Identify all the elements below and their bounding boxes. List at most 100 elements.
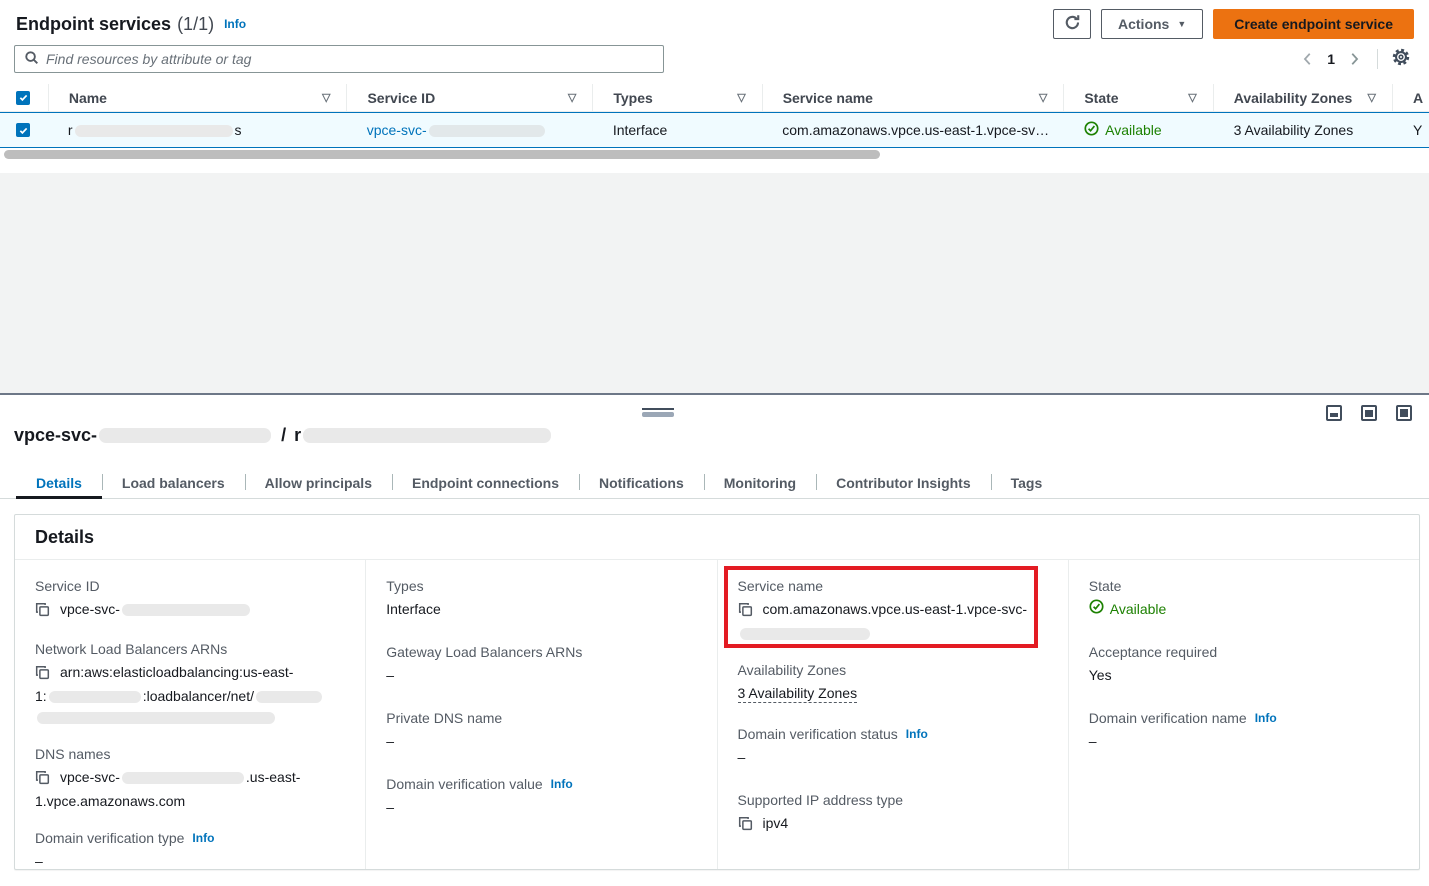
select-all-checkbox[interactable] — [16, 91, 30, 105]
column-header-types[interactable]: Types ▽ — [592, 84, 761, 111]
nlb-arn-text: 1: — [35, 688, 47, 704]
current-page-number[interactable]: 1 — [1319, 51, 1343, 67]
info-link[interactable]: Info — [1255, 708, 1277, 729]
cell-service-name: com.amazonaws.vpce.us-east-1.vpce-sv… — [762, 122, 1064, 138]
panel-size-small-icon[interactable] — [1326, 405, 1342, 421]
field-value: – — [35, 851, 345, 872]
field-domain-verification-value: Domain verification value Info – — [386, 774, 696, 818]
copy-icon[interactable] — [738, 602, 753, 623]
tab-details[interactable]: Details — [16, 468, 102, 498]
field-label: Private DNS name — [386, 708, 696, 729]
field-domain-verification-status: Domain verification status Info – — [738, 724, 1048, 768]
redacted-text — [99, 428, 271, 443]
availability-zones-popover-link[interactable]: 3 Availability Zones — [1234, 122, 1354, 138]
details-card: Details Service ID vpce-svc- Network Loa… — [14, 514, 1420, 870]
redacted-text — [49, 691, 141, 703]
column-label: State — [1084, 90, 1118, 106]
previous-page-button[interactable] — [1297, 48, 1319, 70]
cell-name: rs — [48, 122, 347, 138]
column-label: A — [1413, 90, 1423, 106]
title-service-id-prefix: vpce-svc- — [14, 425, 97, 446]
column-label: Types — [613, 90, 652, 106]
create-endpoint-service-button[interactable]: Create endpoint service — [1213, 9, 1414, 39]
endpoint-services-page: Endpoint services (1/1) Info Actions ▼ C… — [0, 0, 1429, 886]
details-column-1: Service ID vpce-svc- Network Load Balanc… — [15, 560, 365, 869]
tab-contributor-insights[interactable]: Contributor Insights — [816, 468, 991, 498]
filter-icon: ▽ — [1180, 91, 1196, 104]
search-input[interactable] — [46, 51, 654, 67]
info-link[interactable]: Info — [906, 724, 928, 745]
row-checkbox[interactable] — [16, 123, 30, 137]
field-label: Supported IP address type — [738, 790, 1048, 811]
panel-size-large-icon[interactable] — [1396, 405, 1412, 421]
field-label: Service ID — [35, 576, 345, 597]
field-state: State Available — [1089, 576, 1399, 620]
tab-allow-principals[interactable]: Allow principals — [245, 468, 392, 498]
panel-size-medium-icon[interactable] — [1361, 405, 1377, 421]
info-link[interactable]: Info — [192, 828, 214, 849]
column-header-service-id[interactable]: Service ID ▽ — [346, 84, 592, 111]
field-label: Gateway Load Balancers ARNs — [386, 642, 696, 663]
field-value: – — [386, 797, 696, 818]
copy-icon[interactable] — [35, 602, 50, 623]
actions-button-label: Actions — [1118, 16, 1169, 32]
header-info-link[interactable]: Info — [224, 17, 246, 31]
table-settings-button[interactable] — [1388, 44, 1414, 73]
table-row[interactable]: rs vpce-svc- Interface com.amazonaws.vpc… — [0, 112, 1429, 148]
pagination-divider — [1377, 49, 1378, 69]
ip-type-value: ipv4 — [763, 815, 789, 831]
tab-tags[interactable]: Tags — [991, 468, 1063, 498]
cell-service-id: vpce-svc- — [347, 122, 593, 138]
select-all-checkbox-cell — [0, 84, 48, 111]
column-header-acceptance[interactable]: A — [1392, 84, 1429, 111]
field-value: Interface — [386, 599, 696, 620]
content-background — [0, 173, 1429, 393]
table-header-row: Name ▽ Service ID ▽ Types ▽ Service name… — [0, 84, 1429, 112]
column-header-name[interactable]: Name ▽ — [48, 84, 347, 111]
column-header-state[interactable]: State ▽ — [1063, 84, 1212, 111]
column-header-service-name[interactable]: Service name ▽ — [762, 84, 1064, 111]
info-link[interactable]: Info — [551, 774, 573, 795]
resource-count: (1/1) — [177, 14, 214, 35]
split-panel-drag-handle[interactable] — [642, 408, 674, 417]
field-value: – — [1089, 731, 1399, 752]
field-label: Network Load Balancers ARNs — [35, 639, 345, 660]
cell-acceptance: Y — [1393, 122, 1429, 138]
tab-monitoring[interactable]: Monitoring — [704, 468, 816, 498]
availability-zones-popover-link[interactable]: 3 Availability Zones — [738, 685, 858, 703]
actions-button[interactable]: Actions ▼ — [1101, 9, 1203, 39]
field-label: Domain verification name — [1089, 708, 1247, 729]
search-box — [14, 45, 664, 73]
split-panel: vpce-svc-/r Details Load balancers Allow… — [0, 393, 1429, 886]
details-column-2: Types Interface Gateway Load Balancers A… — [365, 560, 716, 869]
details-column-4: State Available — [1068, 560, 1419, 869]
field-acceptance-required: Acceptance required Yes — [1089, 642, 1399, 686]
details-column-3: Service name com.amazonaws.vpce.us-east-… — [717, 560, 1068, 869]
gear-icon — [1392, 48, 1410, 69]
field-nlb-arns: Network Load Balancers ARNs arn:aws:elas… — [35, 639, 345, 728]
tab-notifications[interactable]: Notifications — [579, 468, 704, 498]
service-id-link[interactable]: vpce-svc- — [367, 122, 547, 138]
filter-icon: ▽ — [314, 91, 330, 104]
horizontal-scrollbar-thumb[interactable] — [4, 150, 880, 159]
column-header-availability-zones[interactable]: Availability Zones ▽ — [1213, 84, 1392, 111]
copy-icon[interactable] — [738, 816, 753, 837]
cell-types: Interface — [593, 122, 762, 138]
copy-icon[interactable] — [35, 665, 50, 686]
nlb-arn-text: :loadbalancer/net/ — [143, 688, 254, 704]
redacted-text — [429, 125, 545, 137]
dns-name-text: vpce-svc- — [60, 769, 120, 785]
service-name-value: com.amazonaws.vpce.us-east-1.vpce-svc- — [763, 601, 1028, 617]
details-card-body: Service ID vpce-svc- Network Load Balanc… — [15, 560, 1419, 869]
copy-icon[interactable] — [35, 770, 50, 791]
refresh-icon — [1064, 14, 1081, 34]
tab-endpoint-connections[interactable]: Endpoint connections — [392, 468, 579, 498]
tab-load-balancers[interactable]: Load balancers — [102, 468, 245, 498]
field-dns-names: DNS names vpce-svc-.us-east- 1.vpce.amaz… — [35, 744, 345, 812]
filter-icon: ▽ — [1031, 91, 1047, 104]
search-icon — [24, 50, 39, 68]
column-label: Name — [69, 90, 107, 106]
next-page-button[interactable] — [1343, 48, 1365, 70]
refresh-button[interactable] — [1053, 9, 1091, 39]
column-label: Service name — [783, 90, 873, 106]
